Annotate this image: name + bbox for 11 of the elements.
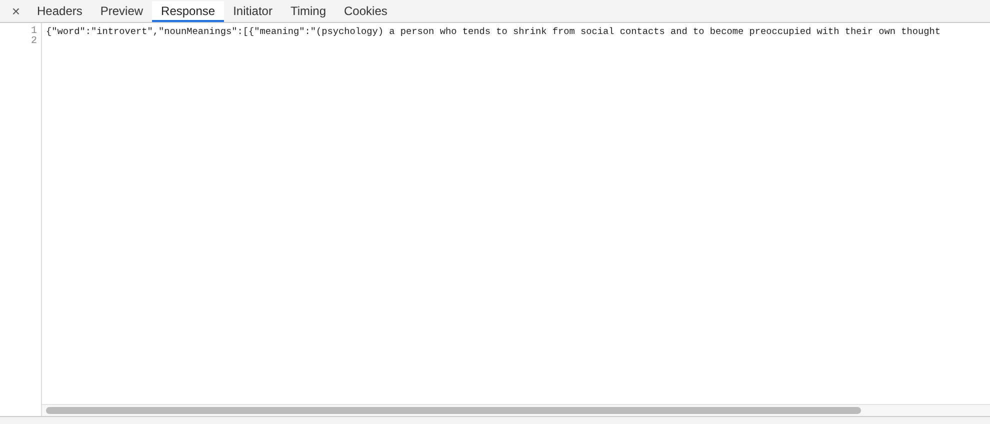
tab[interactable]: Headers [28,1,92,22]
tab[interactable]: Initiator [224,1,282,22]
tab[interactable]: Timing [281,1,336,22]
line-number: 1 [30,26,37,37]
tab[interactable]: Response [152,1,224,22]
line-number: 2 [30,36,37,47]
tab[interactable]: Cookies [335,1,396,22]
code-line: {"word":"introvert","nounMeanings":[{"meaning":"(psychology) a person who tends to shrink from social contacts and to become preoccupied with their own thought [46,26,941,37]
tab[interactable]: Preview [91,1,152,22]
horizontal-scrollbar[interactable] [46,407,861,414]
close-button[interactable]: × [4,0,28,22]
